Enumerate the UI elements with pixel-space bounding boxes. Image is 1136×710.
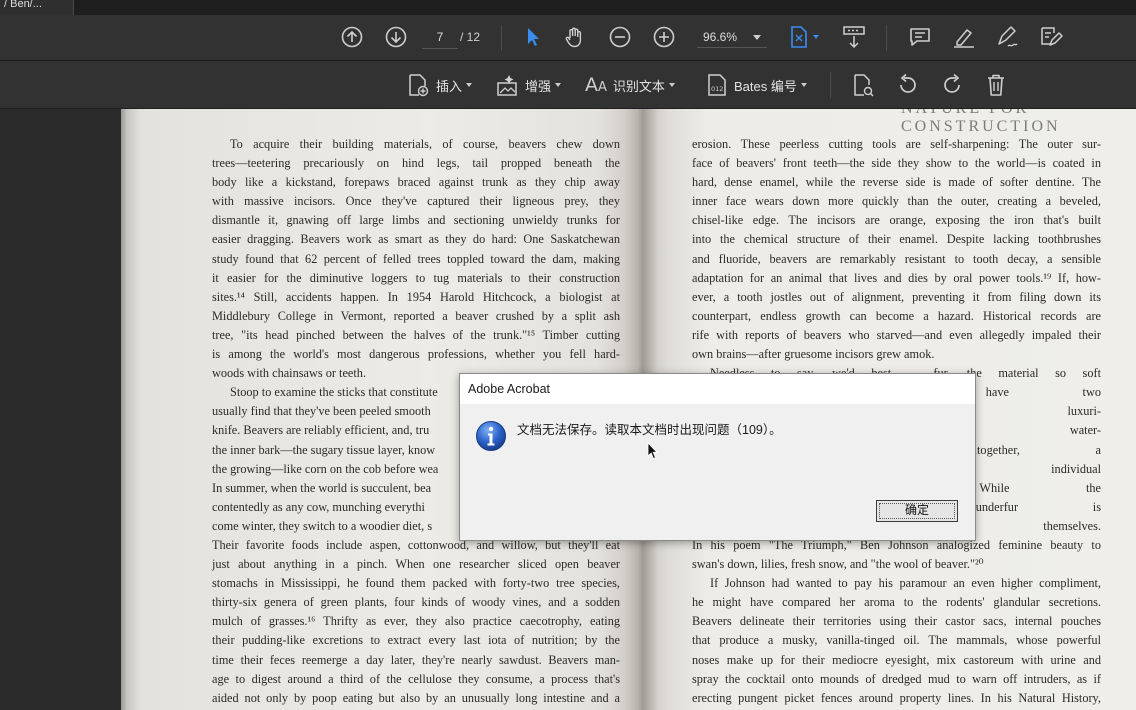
zoom-value: 96.6%	[703, 30, 738, 44]
text-line: just about anything in a pinch. When one…	[212, 557, 620, 572]
scroll-mode-icon[interactable]	[841, 24, 867, 50]
text-line: face of beavers' front teeth—the side th…	[692, 156, 1101, 171]
divider	[830, 72, 831, 98]
text-line: spray the cocktail onto mounds of dredge…	[692, 671, 1101, 686]
enhance-icon	[497, 75, 517, 96]
text-line: chisel-like edge. The incisors are orang…	[692, 213, 1101, 228]
recognize-text-label: 识别文本	[612, 78, 665, 94]
enhance-button[interactable]: 增强	[495, 72, 562, 98]
dialog-title-bar: Adobe Acrobat	[460, 374, 975, 404]
chevron-down-icon	[466, 83, 473, 87]
text-line: study found that 62 percent of felled tr…	[212, 251, 620, 266]
extract-page-icon[interactable]	[850, 72, 876, 98]
chevron-down-icon	[753, 35, 761, 40]
insert-label: 插入	[436, 78, 463, 94]
text-line: age to digest around a third of the cell…	[212, 671, 620, 686]
text-line: it easier for the diminutive loggers to …	[212, 270, 620, 285]
svg-text:012: 012	[711, 85, 723, 93]
divider	[501, 25, 502, 51]
text-line: stomachs in Mississippi, he found them p…	[212, 576, 620, 591]
text-line: aided not only by poop eating but also b…	[212, 690, 620, 705]
insert-page-icon	[409, 74, 429, 97]
divider	[886, 25, 887, 51]
text-line: he might have compared her aroma to the …	[692, 595, 1101, 610]
comment-icon[interactable]	[907, 25, 933, 49]
text-line: with massive incisors. Once they've capt…	[212, 194, 620, 209]
info-icon	[475, 420, 507, 452]
text-line: their pudding-like excretions to extract…	[212, 633, 620, 648]
chevron-down-icon	[555, 83, 562, 87]
zoom-in-icon[interactable]	[652, 25, 676, 49]
text-line: inner face wears down more quickly than …	[692, 194, 1101, 209]
text-line: hard, dense enamel, while the reverse si…	[692, 175, 1101, 190]
rotate-right-icon[interactable]	[939, 72, 965, 98]
prev-page-icon[interactable]	[340, 25, 364, 49]
text-line: thirty-six genera of green plants, four …	[212, 595, 620, 610]
bates-number-button[interactable]: 012 Bates 编号	[706, 72, 807, 98]
zoom-select[interactable]: 96.6%	[697, 26, 767, 48]
text-line: erosion. These peerless cutting tools ar…	[692, 137, 1101, 151]
select-cursor-icon[interactable]	[521, 25, 545, 49]
text-line: adaptation for an animal that lives and …	[692, 270, 1101, 285]
hand-icon[interactable]	[562, 24, 588, 50]
text-line: easier dragging. Beavers work as smart a…	[212, 232, 620, 247]
text-line: and fluoride, beavers are remarkably res…	[692, 251, 1101, 266]
fit-page-icon[interactable]	[786, 25, 824, 49]
dialog-title: Adobe Acrobat	[468, 382, 551, 396]
text-line: body like a kickstand, forepaws braced a…	[212, 175, 620, 190]
error-dialog: Adobe Acrobat 文档无法保存。读取本文档时出现问题（109）。 确定	[459, 373, 976, 541]
text-line: swan's down, lilies, fresh snow, and "th…	[692, 557, 984, 572]
tab-strip: / Ben/...	[0, 0, 1136, 15]
rotate-left-icon[interactable]	[895, 72, 921, 98]
text-line: into the chemical structure of their ena…	[692, 232, 1101, 247]
running-head: NATURE FOR CONSTRUCTION	[901, 109, 1061, 135]
zoom-out-icon[interactable]	[608, 25, 632, 49]
mouse-cursor-icon	[647, 442, 659, 460]
next-page-icon[interactable]	[384, 25, 408, 49]
trash-icon[interactable]	[983, 72, 1009, 98]
text-line: own brains—after gruesome incisors grew …	[692, 347, 935, 362]
text-line: sites.¹⁴ Still, accidents happen. In 195…	[212, 289, 620, 304]
text-line: erecting pungent picket fences around pr…	[692, 690, 1101, 705]
text-line: If Johnson had wanted to pay his paramou…	[710, 576, 1101, 591]
text-line: that produce a musky, vanilla-tinged oil…	[692, 633, 1101, 648]
chevron-down-icon	[800, 83, 807, 87]
recognize-text-button[interactable]: AA 识别文本	[585, 72, 675, 98]
text-line: ever, a tooth jostles out of alignment, …	[692, 289, 1101, 304]
text-line: trees—teetering precariously on hind leg…	[212, 156, 620, 171]
dialog-message: 文档无法保存。读取本文档时出现问题（109）。	[517, 423, 782, 437]
text-line: To acquire their building materials, of …	[230, 137, 620, 151]
ok-button[interactable]: 确定	[876, 500, 958, 522]
ocr-icon: AA	[585, 74, 607, 96]
text-line: rife with reports of beavers who starved…	[692, 327, 1101, 342]
dialog-body: 文档无法保存。读取本文档时出现问题（109）。 确定	[460, 404, 975, 540]
chevron-down-icon	[668, 83, 675, 87]
main-toolbar: 7 / 12 96.6%	[0, 15, 1136, 61]
highlight-icon[interactable]	[950, 24, 978, 50]
text-line: tree, "its head pinched between the halv…	[212, 327, 620, 342]
edit-pages-toolbar: 插入 增强 AA 识别文本 012 Bates 编号	[0, 61, 1136, 109]
bates-number-label: Bates 编号	[734, 78, 797, 94]
text-line: counterpart, endless growth can become a…	[692, 308, 1101, 323]
page-number-input[interactable]: 7	[422, 26, 458, 49]
text-line: noses make up for their mediocre eyesigh…	[692, 652, 1101, 667]
text-line: dismantle it, gnawing off large limbs an…	[212, 213, 620, 228]
sign-icon[interactable]	[993, 24, 1021, 50]
text-line: Beavers delineate their territories usin…	[692, 614, 1101, 629]
text-line: time their feces reemerge a day later, t…	[212, 652, 620, 667]
text-line: Middlebury College in Vermont, reported …	[212, 308, 620, 323]
left-pane	[0, 109, 121, 710]
text-line: is among the world's most dangerous prof…	[212, 347, 620, 362]
bates-icon: 012	[708, 74, 726, 96]
document-tab[interactable]: / Ben/...	[0, 0, 74, 15]
fill-sign-icon[interactable]	[1037, 24, 1065, 50]
page-total: / 12	[460, 30, 481, 44]
enhance-label: 增强	[525, 78, 552, 94]
insert-button[interactable]: 插入	[406, 72, 473, 98]
text-line: mulch of grasses.¹⁶ Thrifty as ever, the…	[212, 614, 620, 629]
